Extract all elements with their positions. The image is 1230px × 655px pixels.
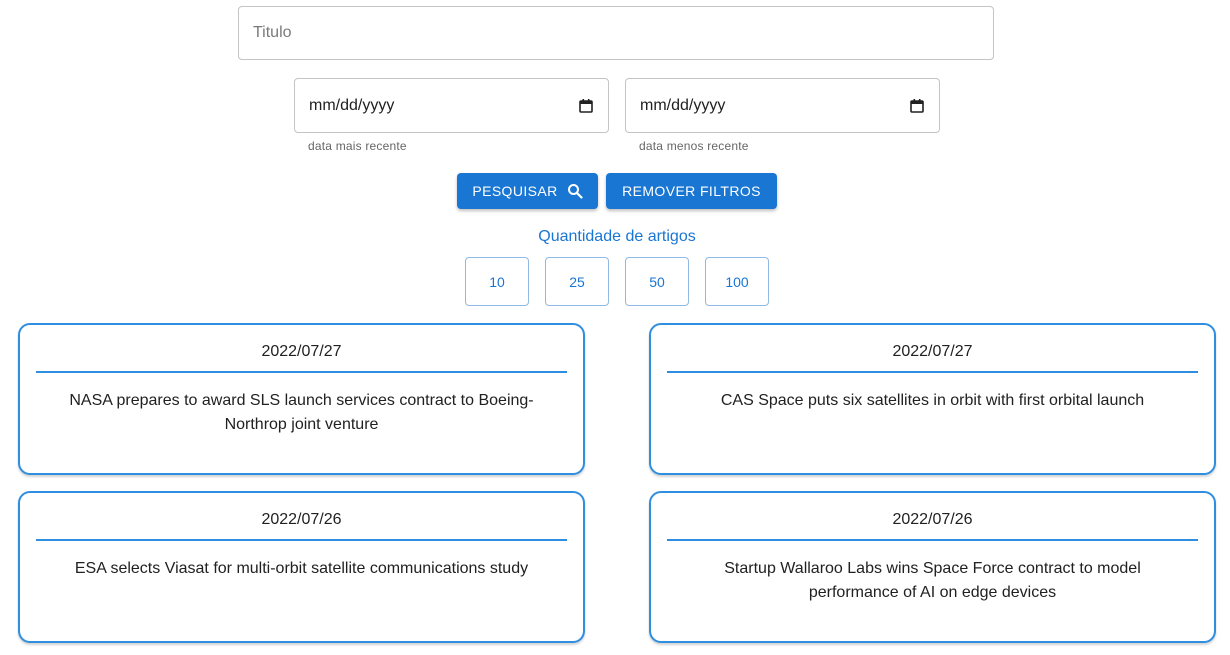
page: mm/dd/yyyy data mais recente mm/dd/yyyy … <box>0 0 1230 655</box>
quantity-option-50[interactable]: 50 <box>625 257 689 306</box>
date-recent-field[interactable]: mm/dd/yyyy <box>294 78 609 133</box>
quantity-option-100[interactable]: 100 <box>705 257 769 306</box>
article-date: 2022/07/27 <box>892 343 973 360</box>
card-divider <box>667 539 1198 541</box>
article-card[interactable]: 2022/07/26 ESA selects Viasat for multi-… <box>18 491 585 643</box>
card-divider <box>36 539 567 541</box>
article-date: 2022/07/26 <box>892 511 973 528</box>
search-button[interactable]: PESQUISAR <box>457 173 598 209</box>
search-icon <box>567 184 583 199</box>
quantity-option-25[interactable]: 25 <box>545 257 609 306</box>
calendar-icon[interactable] <box>578 98 594 114</box>
article-date: 2022/07/26 <box>261 511 342 528</box>
search-button-label: PESQUISAR <box>472 183 558 199</box>
calendar-icon[interactable] <box>909 98 925 114</box>
article-card[interactable]: 2022/07/27 NASA prepares to award SLS la… <box>18 323 585 475</box>
quantity-label: Quantidade de artigos <box>538 228 696 245</box>
article-title[interactable]: ESA selects Viasat for multi-orbit satel… <box>60 557 543 581</box>
article-card[interactable]: 2022/07/27 CAS Space puts six satellites… <box>649 323 1216 475</box>
article-title[interactable]: Startup Wallaroo Labs wins Space Force c… <box>691 557 1174 605</box>
article-title[interactable]: CAS Space puts six satellites in orbit w… <box>691 389 1174 413</box>
date-recent-value[interactable]: mm/dd/yyyy <box>309 97 578 115</box>
card-divider <box>36 371 567 373</box>
date-oldest-field[interactable]: mm/dd/yyyy <box>625 78 940 133</box>
clear-filters-label: REMOVER FILTROS <box>622 183 761 199</box>
title-input[interactable] <box>239 7 993 59</box>
date-oldest-value[interactable]: mm/dd/yyyy <box>640 97 909 115</box>
article-date: 2022/07/27 <box>261 343 342 360</box>
article-card[interactable]: 2022/07/26 Startup Wallaroo Labs wins Sp… <box>649 491 1216 643</box>
clear-filters-button[interactable]: REMOVER FILTROS <box>606 173 777 209</box>
quantity-option-10[interactable]: 10 <box>465 257 529 306</box>
date-oldest-helper: data menos recente <box>639 139 749 153</box>
date-recent-helper: data mais recente <box>308 139 407 153</box>
card-divider <box>667 371 1198 373</box>
title-field[interactable] <box>238 6 994 60</box>
article-title[interactable]: NASA prepares to award SLS launch servic… <box>60 389 543 437</box>
